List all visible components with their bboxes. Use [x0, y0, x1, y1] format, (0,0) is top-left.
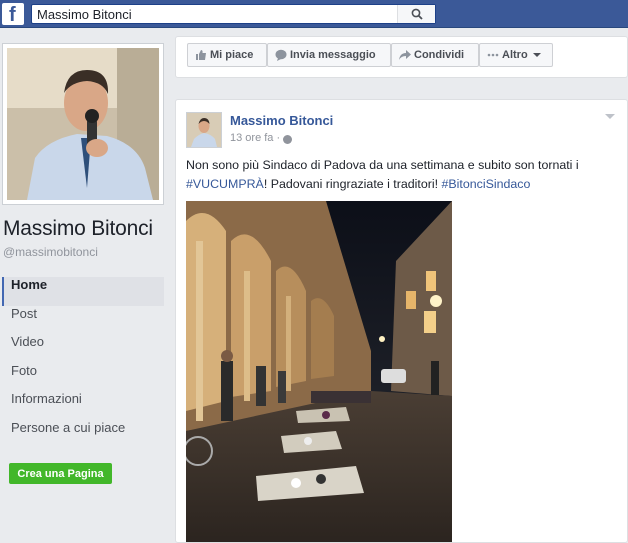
create-page-button[interactable]: Crea una Pagina: [9, 463, 112, 484]
share-label: Condividi: [414, 49, 465, 61]
nav-item-informazioni[interactable]: Informazioni: [2, 391, 164, 420]
nav-item-video[interactable]: Video: [2, 334, 164, 363]
more-dots-icon: [487, 53, 499, 57]
page-action-bar: Mi piace Invia messaggio Condividi Altro: [175, 36, 628, 78]
post-timestamp[interactable]: 13 ore fa ·: [230, 132, 280, 144]
message-icon: [275, 49, 287, 61]
hashtag-bitoncisindaco[interactable]: #BitonciSindaco: [442, 177, 531, 191]
search-icon: [411, 8, 423, 20]
facebook-logo-icon[interactable]: f: [2, 3, 24, 26]
nav-item-foto[interactable]: Foto: [2, 363, 164, 392]
page-handle: @massimobitonci: [3, 245, 98, 259]
post-text: Non sono più Sindaco di Padova da una se…: [186, 156, 616, 194]
like-label: Mi piace: [210, 49, 254, 61]
post-photo[interactable]: [186, 201, 452, 542]
more-button[interactable]: Altro: [479, 43, 553, 67]
share-button[interactable]: Condividi: [391, 43, 479, 67]
page-nav: Home Post Video Foto Informazioni Person…: [2, 277, 164, 449]
globe-icon: [283, 135, 292, 144]
top-bar: f: [0, 0, 628, 28]
send-message-label: Invia messaggio: [290, 49, 376, 61]
post-author-avatar[interactable]: [186, 112, 222, 148]
like-button[interactable]: Mi piace: [187, 43, 267, 67]
search-box: [31, 4, 436, 24]
nav-item-home[interactable]: Home: [2, 277, 164, 306]
post-options-chevron-icon[interactable]: [605, 114, 615, 119]
more-label: Altro: [502, 49, 528, 61]
search-input[interactable]: [32, 5, 398, 23]
profile-picture[interactable]: [2, 43, 164, 205]
send-message-button[interactable]: Invia messaggio: [267, 43, 391, 67]
nav-item-post[interactable]: Post: [2, 306, 164, 335]
post-author-name[interactable]: Massimo Bitonci: [230, 113, 333, 128]
post-text-part: Non sono più Sindaco di Padova da una se…: [186, 158, 579, 172]
search-button[interactable]: [397, 5, 435, 23]
page-name[interactable]: Massimo Bitonci: [3, 217, 153, 241]
post-card: Massimo Bitonci 13 ore fa · Non sono più…: [175, 99, 628, 543]
nav-item-persone[interactable]: Persone a cui piace: [2, 420, 164, 449]
hashtag-vucumpra[interactable]: #VUCUMPRÀ: [186, 177, 264, 191]
profile-photo: [7, 48, 159, 200]
post-text-part: ! Padovani ringraziate i traditori!: [263, 177, 442, 191]
share-icon: [399, 50, 411, 60]
thumbs-up-icon: [196, 50, 206, 60]
chevron-down-icon: [532, 53, 541, 58]
